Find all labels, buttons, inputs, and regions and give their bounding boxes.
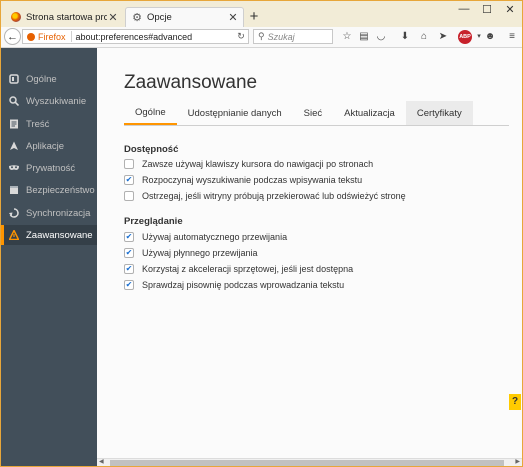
minimize-icon[interactable]: —	[453, 3, 475, 15]
sidebar-item-sync[interactable]: Synchronizacja	[1, 203, 97, 223]
sidebar-item-label: Ogólne	[26, 73, 57, 85]
close-window-icon[interactable]: ✕	[499, 3, 521, 16]
option-autoscroll[interactable]: ✔ Używaj automatycznego przewijania	[124, 231, 287, 243]
scroll-right-icon[interactable]: ▶	[515, 458, 520, 465]
privacy-mask-icon	[9, 163, 19, 173]
preferences-sidebar: Ogólne Wyszukiwanie Treść Aplikacje Pryw…	[1, 48, 97, 458]
applications-icon	[9, 141, 19, 151]
help-button[interactable]: ?	[509, 394, 521, 410]
option-cursor-keys[interactable]: Zawsze używaj klawiszy kursora do nawiga…	[124, 158, 373, 170]
url-separator	[70, 31, 72, 42]
option-spellcheck[interactable]: ✔ Sprawdzaj pisownię podczas wprowadzani…	[124, 279, 344, 291]
sidebar-item-label: Aplikacje	[26, 140, 65, 152]
share-icon[interactable]: ➤	[436, 30, 450, 44]
sidebar-item-general[interactable]: Ogólne	[1, 69, 97, 89]
checkbox-checked[interactable]: ✔	[124, 175, 134, 185]
preferences-pane: Zaawansowane Ogólne Udostępnianie danych…	[97, 48, 522, 458]
option-hardware-acceleration[interactable]: ✔ Korzystaj z akceleracji sprzętowej, je…	[124, 263, 353, 275]
checkbox-checked[interactable]: ✔	[124, 280, 134, 290]
menu-icon[interactable]: ≡	[505, 30, 519, 44]
tab-title: Strona startowa programu Fi	[26, 11, 107, 23]
subtab-certificates[interactable]: Certyfikaty	[405, 101, 473, 125]
sidebar-item-label: Zaawansowane	[26, 229, 93, 241]
search-input[interactable]: ⚲ Szukaj	[253, 29, 333, 44]
content-icon	[9, 119, 19, 129]
general-icon	[9, 74, 19, 84]
navigation-toolbar: ← Firefox about:preferences#advanced ↻ ⚲…	[1, 27, 522, 48]
section-title-browsing: Przeglądanie	[124, 216, 183, 227]
sidebar-item-label: Prywatność	[26, 162, 76, 174]
subtab-network[interactable]: Sieć	[293, 101, 333, 125]
option-label: Używaj automatycznego przewijania	[142, 232, 288, 242]
option-label: Rozpoczynaj wyszukiwanie podczas wpisywa…	[142, 175, 363, 185]
reload-icon[interactable]: ↻	[234, 31, 248, 42]
option-label: Ostrzegaj, jeśli witryny próbują przekie…	[142, 191, 406, 201]
sidebar-footer	[1, 458, 97, 466]
sidebar-item-advanced[interactable]: Zaawansowane	[1, 225, 97, 245]
browser-window: Strona startowa programu Fi ✕ ⚙ Opcje ✕ …	[0, 0, 523, 467]
horizontal-scrollbar[interactable]: ◀ ▶	[97, 458, 522, 466]
scroll-left-icon[interactable]: ◀	[99, 458, 104, 465]
home-icon[interactable]: ⌂	[417, 30, 431, 44]
checkbox-checked[interactable]: ✔	[124, 232, 134, 242]
tab-title: Opcje	[147, 12, 172, 23]
sidebar-item-applications[interactable]: Aplikacje	[1, 136, 97, 156]
security-icon	[9, 185, 19, 195]
sidebar-item-label: Wyszukiwanie	[26, 95, 87, 107]
sidebar-item-label: Treść	[26, 118, 50, 130]
sidebar-item-label: Synchronizacja	[26, 207, 91, 219]
sidebar-item-security[interactable]: Bezpieczeństwo	[1, 180, 97, 200]
subtab-update[interactable]: Aktualizacja	[333, 101, 406, 125]
subtab-general[interactable]: Ogólne	[124, 101, 177, 125]
option-smooth-scroll[interactable]: ✔ Używaj płynnego przewijania	[124, 247, 258, 259]
download-icon[interactable]: ⬇	[398, 30, 412, 44]
tab-options[interactable]: ⚙ Opcje ✕	[125, 7, 244, 27]
page-title: Zaawansowane	[124, 72, 258, 93]
emoji-icon[interactable]: ☻	[483, 30, 497, 44]
url-bar[interactable]: Firefox about:preferences#advanced ↻	[22, 29, 249, 44]
sidebar-item-privacy[interactable]: Prywatność	[1, 158, 97, 178]
close-tab-icon[interactable]: ✕	[227, 11, 239, 24]
option-label: Zawsze używaj klawiszy kursora do nawiga…	[142, 159, 374, 169]
url-text[interactable]: about:preferences#advanced	[76, 32, 234, 42]
identity-icon	[27, 32, 35, 41]
sidebar-item-search[interactable]: Wyszukiwanie	[1, 91, 97, 111]
checkbox-checked[interactable]: ✔	[124, 264, 134, 274]
subtab-data-choices[interactable]: Udostępnianie danych	[177, 101, 293, 125]
back-button[interactable]: ←	[4, 28, 21, 45]
option-label: Używaj płynnego przewijania	[142, 248, 258, 258]
new-tab-button[interactable]: +	[246, 8, 262, 26]
identity-label: Firefox	[38, 31, 66, 42]
adblock-plus-icon[interactable]: ABP	[458, 30, 472, 44]
firefox-icon	[11, 12, 21, 22]
gear-icon: ⚙	[132, 12, 142, 24]
option-label: Sprawdzaj pisownię podczas wprowadzania …	[142, 280, 345, 290]
option-warn-redirect[interactable]: Ostrzegaj, jeśli witryny próbują przekie…	[124, 190, 406, 202]
tab-strip: Strona startowa programu Fi ✕ ⚙ Opcje ✕ …	[1, 1, 522, 27]
tab-start-page[interactable]: Strona startowa programu Fi ✕	[5, 7, 123, 27]
checkbox-checked[interactable]: ✔	[124, 248, 134, 258]
option-search-while-typing[interactable]: ✔ Rozpoczynaj wyszukiwanie podczas wpisy…	[124, 174, 362, 186]
search-placeholder: Szukaj	[267, 31, 295, 42]
checkbox[interactable]	[124, 159, 134, 169]
search-icon	[9, 96, 19, 106]
option-label: Korzystaj z akceleracji sprzętowej, jeśl…	[142, 264, 354, 274]
section-title-accessibility: Dostępność	[124, 144, 179, 155]
reading-list-icon[interactable]: ▤	[357, 30, 371, 44]
checkbox[interactable]	[124, 191, 134, 201]
maximize-icon[interactable]: ☐	[476, 3, 498, 16]
sidebar-item-content[interactable]: Treść	[1, 114, 97, 134]
advanced-subtabs: Ogólne Udostępnianie danych Sieć Aktuali…	[124, 101, 509, 126]
sidebar-item-label: Bezpieczeństwo	[26, 184, 95, 196]
sync-icon	[9, 208, 19, 218]
bookmark-star-icon[interactable]: ☆	[340, 30, 354, 44]
advanced-icon	[9, 230, 19, 240]
close-tab-icon[interactable]: ✕	[107, 11, 119, 24]
scrollbar-thumb[interactable]	[110, 460, 504, 466]
search-icon: ⚲	[258, 31, 265, 41]
pocket-icon[interactable]: ◡	[374, 30, 388, 44]
